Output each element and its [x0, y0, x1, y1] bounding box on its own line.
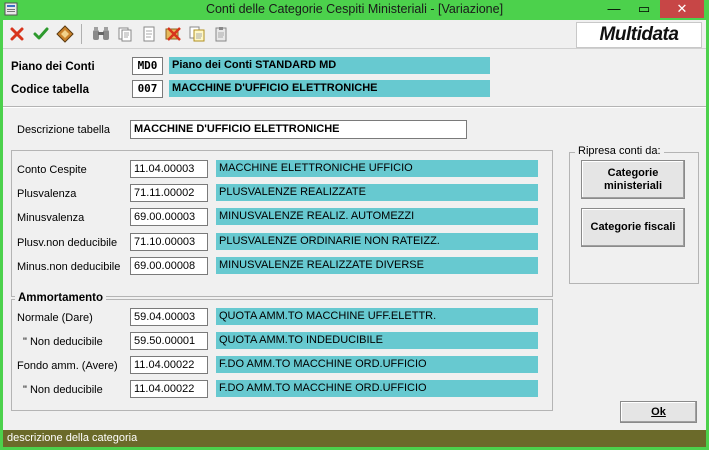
fondo-amm-description: F.DO AMM.TO MACCHINE ORD.UFFICIO	[216, 356, 538, 373]
codice-tabella-label: Codice tabella	[11, 84, 89, 96]
plusv-non-deducibile-code-input[interactable]: 71.10.00003	[130, 233, 208, 251]
header-divider-highlight	[3, 107, 706, 108]
descrizione-tabella-input[interactable]: MACCHINE D'UFFICIO ELETTRONICHE	[130, 120, 467, 139]
fondo-amm-label: Fondo amm. (Avere)	[17, 360, 118, 372]
conto-cespite-description: MACCHINE ELETTRONICHE UFFICIO	[216, 160, 538, 177]
ammortamento-non-deducibile-description: QUOTA AMM.TO INDEDUCIBILE	[216, 332, 538, 349]
client-area: Multidata Piano dei Conti MD0 Piano dei …	[3, 20, 706, 447]
categorie-ministeriali-button[interactable]: Categorie ministeriali	[581, 160, 685, 199]
minusvalenza-description: MINUSVALENZE REALIZ. AUTOMEZZI	[216, 208, 538, 225]
binoculars-icon[interactable]	[91, 24, 111, 44]
conto-cespite-code-input[interactable]: 11.04.00003	[130, 160, 208, 178]
codice-tabella-code-input[interactable]: 007	[132, 80, 163, 98]
plusvalenza-code-input[interactable]: 71.11.00002	[130, 184, 208, 202]
conto-cespite-label: Conto Cespite	[17, 164, 87, 176]
fondo-non-deducibile-description: F.DO AMM.TO MACCHINE ORD.UFFICIO	[216, 380, 538, 397]
clipboard-icon[interactable]	[211, 24, 231, 44]
edit-icon[interactable]	[55, 24, 75, 44]
ok-button[interactable]: Ok	[620, 401, 697, 423]
ammortamento-normale-description: QUOTA AMM.TO MACCHINE UFF.ELETTR.	[216, 308, 538, 325]
descrizione-tabella-label: Descrizione tabella	[17, 124, 110, 136]
fondo-non-deducibile-label: " Non deducibile	[23, 384, 103, 396]
confirm-icon[interactable]	[31, 24, 51, 44]
minus-non-deducibile-label: Minus.non deducibile	[17, 261, 121, 273]
fondo-non-deducibile-code-input[interactable]: 11.04.00022	[130, 380, 208, 398]
ammortamento-non-deducibile-code-input[interactable]: 59.50.00001	[130, 332, 208, 350]
minus-non-deducibile-description: MINUSVALENZE REALIZZATE DIVERSE	[216, 257, 538, 274]
delete-icon[interactable]	[163, 24, 183, 44]
categorie-fiscali-button[interactable]: Categorie fiscali	[581, 208, 685, 247]
piano-dei-conti-label: Piano dei Conti	[11, 61, 95, 73]
toolbar-separator	[81, 24, 82, 44]
plusv-non-deducibile-description: PLUSVALENZE ORDINARIE NON RATEIZZ.	[216, 233, 538, 250]
paste-icon[interactable]	[139, 24, 159, 44]
close-button[interactable]: ✕	[660, 0, 704, 18]
plusv-non-deducibile-label: Plusv.non deducibile	[17, 237, 118, 249]
minusvalenza-code-input[interactable]: 69.00.00003	[130, 208, 208, 226]
minimize-button[interactable]: —	[600, 0, 628, 18]
minus-non-deducibile-code-input[interactable]: 69.00.00008	[130, 257, 208, 275]
toolbar: Multidata	[3, 20, 706, 49]
fondo-amm-code-input[interactable]: 11.04.00022	[130, 356, 208, 374]
ripresa-conti-title: Ripresa conti da:	[575, 145, 664, 157]
multidata-logo: Multidata	[576, 22, 702, 48]
copy-icon[interactable]	[115, 24, 135, 44]
cancel-icon[interactable]	[7, 24, 27, 44]
maximize-button[interactable]: ▭	[630, 0, 658, 18]
plusvalenza-label: Plusvalenza	[17, 188, 77, 200]
status-bar: descrizione della categoria	[3, 430, 706, 447]
plusvalenza-description: PLUSVALENZE REALIZZATE	[216, 184, 538, 201]
piano-dei-conti-code-input[interactable]: MD0	[132, 57, 163, 75]
minusvalenza-label: Minusvalenza	[17, 212, 85, 224]
ammortamento-normale-code-input[interactable]: 59.04.00003	[130, 308, 208, 326]
window: Conti delle Categorie Cespiti Ministeria…	[0, 0, 709, 450]
codice-tabella-description: MACCHINE D'UFFICIO ELETTRONICHE	[169, 80, 490, 97]
title-bar: Conti delle Categorie Cespiti Ministeria…	[0, 0, 709, 19]
ammortamento-title: Ammortamento	[15, 292, 106, 304]
piano-dei-conti-description: Piano dei Conti STANDARD MD	[169, 57, 490, 74]
duplicate-icon[interactable]	[187, 24, 207, 44]
ammortamento-non-deducibile-label: " Non deducibile	[23, 336, 103, 348]
ammortamento-normale-label: Normale (Dare)	[17, 312, 93, 324]
